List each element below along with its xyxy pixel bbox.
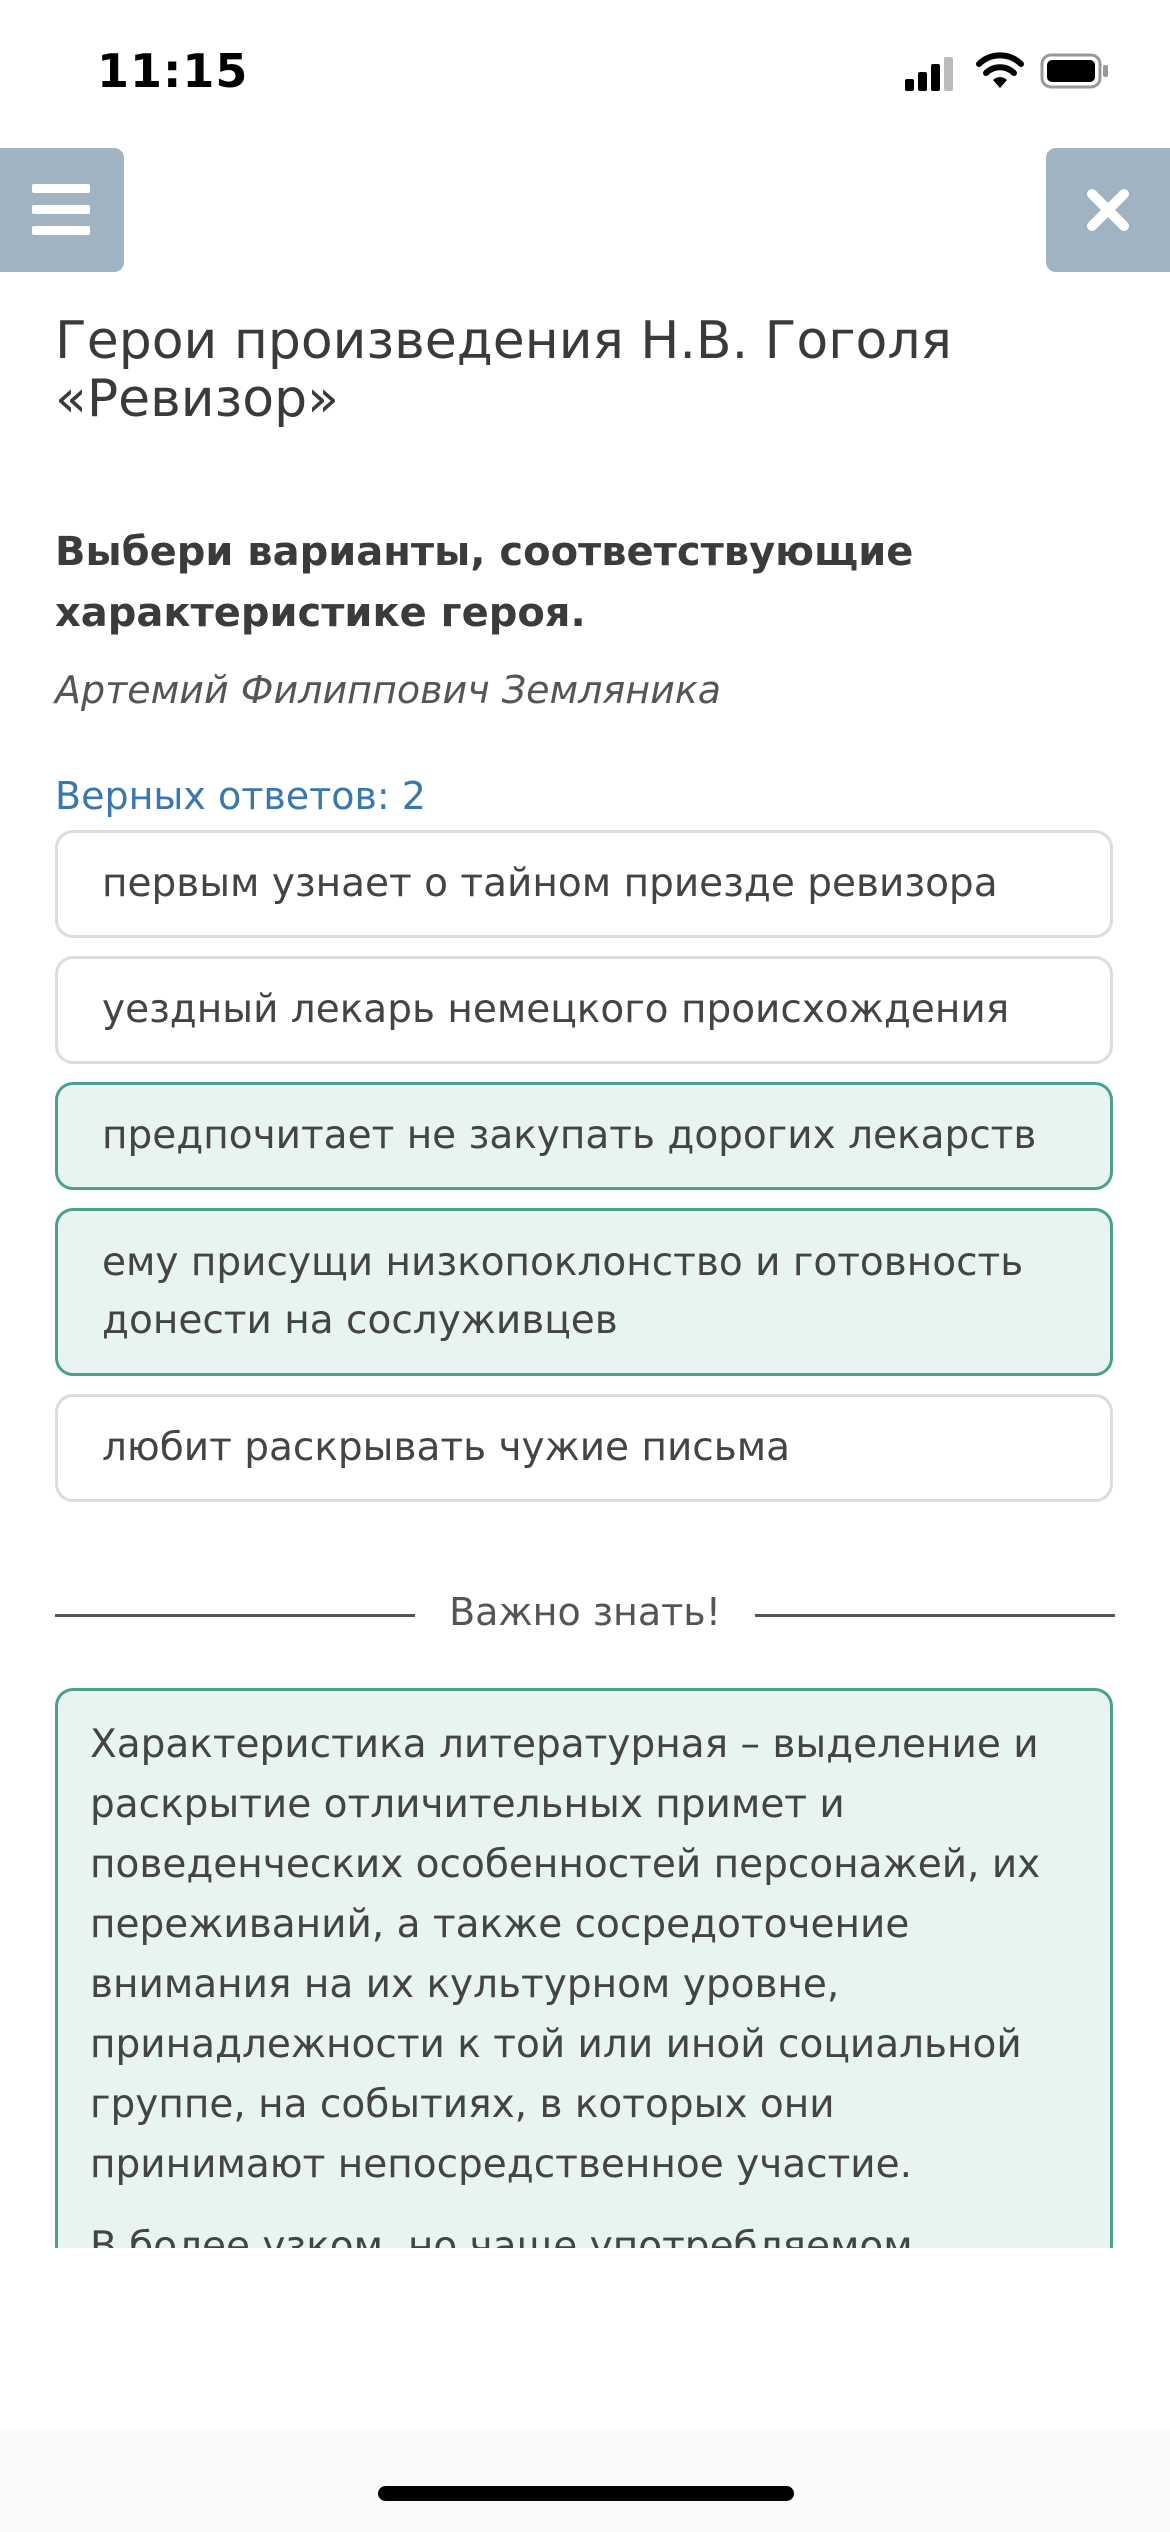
status-time: 11:15 bbox=[97, 44, 249, 98]
bottom-bar bbox=[0, 2430, 1170, 2532]
answer-option-text: ему присущи низкопоклонство и готовность… bbox=[102, 1240, 1024, 1343]
divider-line-right bbox=[755, 1614, 1115, 1617]
menu-button[interactable] bbox=[0, 148, 124, 272]
wifi-icon bbox=[976, 52, 1024, 92]
page-title: Герои произведения Н.В. Гоголя «Ревизор» bbox=[55, 311, 952, 429]
close-x-icon bbox=[1087, 189, 1129, 231]
status-bar: 11:15 bbox=[0, 0, 1170, 140]
battery-icon bbox=[1040, 53, 1110, 89]
answer-option-selected[interactable]: предпочитает не закупать дорогих лекарст… bbox=[55, 1082, 1113, 1190]
answer-option-text: предпочитает не закупать дорогих лекарст… bbox=[102, 1113, 1037, 1158]
answer-option-text: любит раскрывать чужие письма bbox=[102, 1425, 791, 1470]
close-button[interactable] bbox=[1046, 148, 1170, 272]
screen: 11:15 Герои произведения Н.В. Гоголя «Ре… bbox=[0, 0, 1170, 2532]
answer-option[interactable]: любит раскрывать чужие письма bbox=[55, 1394, 1113, 1502]
important-divider-label: Важно знать! bbox=[449, 1590, 721, 1634]
signal-icon bbox=[905, 55, 957, 91]
task-instruction: Выбери варианты, соответствующие характе… bbox=[55, 529, 914, 636]
hero-name: Артемий Филиппович Земляника bbox=[55, 668, 722, 712]
info-paragraph: В более узком, но чаще употребляемом зна… bbox=[90, 2224, 913, 2248]
home-indicator[interactable] bbox=[378, 2486, 794, 2501]
hamburger-menu-icon bbox=[32, 184, 90, 236]
answer-option-selected[interactable]: ему присущи низкопоклонство и готовность… bbox=[55, 1208, 1113, 1376]
answer-option-text: первым узнает о тайном приезде ревизора bbox=[102, 861, 998, 906]
answer-option[interactable]: уездный лекарь немецкого происхождения bbox=[55, 956, 1113, 1064]
answer-option-text: уездный лекарь немецкого происхождения bbox=[102, 987, 1010, 1032]
info-box: Характеристика литературная – выделение … bbox=[55, 1688, 1113, 2248]
info-paragraph: Характеристика литературная – выделение … bbox=[90, 1722, 1041, 2187]
answer-option[interactable]: первым узнает о тайном приезде ревизора bbox=[55, 830, 1113, 938]
correct-answers-count: Верных ответов: 2 bbox=[55, 774, 426, 818]
